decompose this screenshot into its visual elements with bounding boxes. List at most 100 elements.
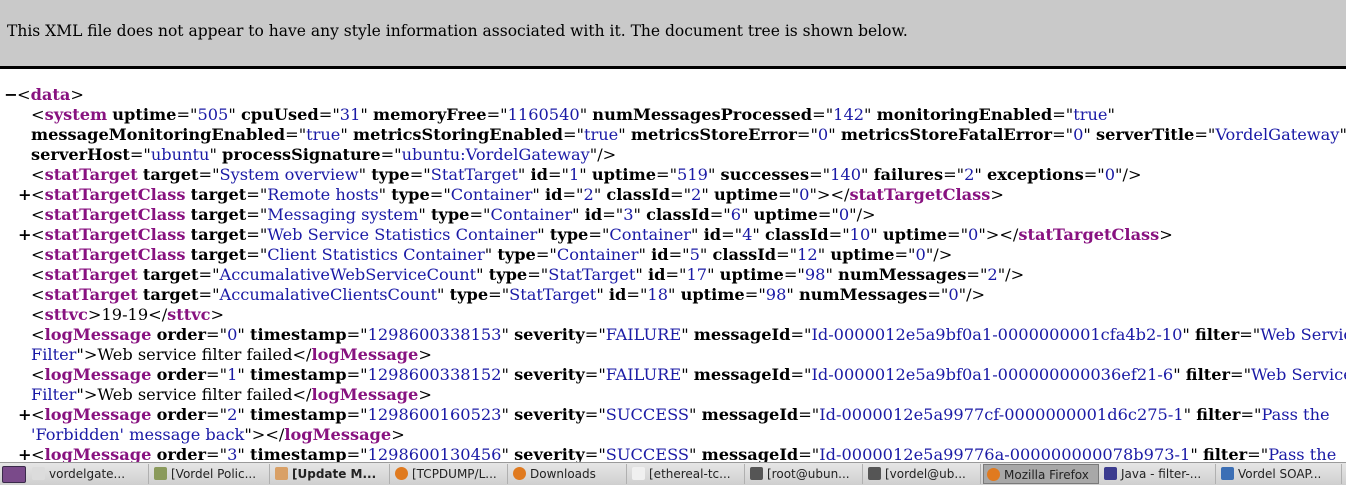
xml-attribute-value: Client Statistics Container [267,245,485,264]
xml-attribute-name: id [584,205,603,224]
xml-punctuation: =" [721,225,743,244]
xml-punctuation: "></ [978,225,1019,244]
taskbar-item[interactable]: [TCPDUMP/L... [392,464,508,484]
xml-punctuation: " [209,145,223,164]
xml-attribute-value: 18 [647,285,668,304]
xml-punctuation: =" [656,165,678,184]
xml-attribute-name: uptime [882,225,948,244]
xml-attribute-name: order [156,445,207,462]
collapse-toggle[interactable]: − [4,85,18,105]
xml-line: +<statTargetClass target="Web Service St… [18,225,1173,245]
expand-toggle[interactable]: + [18,445,32,462]
xml-punctuation: " [596,285,609,304]
taskbar: vordelgate... [Vordel Polic... [Update M..… [0,462,1346,485]
xml-attribute-value: 10 [849,225,871,244]
xml-punctuation: < [31,265,45,284]
xml-attribute-value: 505 [197,105,229,124]
taskbar-item[interactable]: [ethereal-tc... [629,464,745,484]
xml-punctuation: =" [562,185,584,204]
xml-punctuation: =" [812,105,834,124]
xml-punctuation: " [752,225,766,244]
xml-attribute-name: id [530,165,548,184]
xml-attribute-name: uptime [680,285,745,304]
xml-attribute-value: 0 [817,125,829,144]
xml-attribute-value: 31 [339,105,361,124]
xml-punctuation: > [418,385,432,404]
xml-punctuation: < [31,225,45,244]
xml-tag-name: logMessage [44,365,152,384]
xml-line: 'Forbidden' message back"></logMessage> [31,425,405,445]
xml-attribute-value: 2 [691,185,702,204]
xml-punctuation: < [31,245,45,264]
xml-punctuation: " [593,185,607,204]
xml-punctuation: =" [790,365,812,384]
taskbar-item-label: Downloads [530,467,596,481]
xml-punctuation: < [31,405,45,424]
xml-punctuation: " [701,185,714,204]
xml-tag-name: data [30,85,71,104]
xml-attribute-value: 1 [227,365,238,384]
xml-line: <logMessage order="0" timestamp="1298600… [31,325,1346,345]
policy-studio-icon [154,467,167,480]
xml-attribute-name: messageMonitoringEnabled [31,125,286,144]
xml-attribute-name: type [449,285,489,304]
xml-attribute-value: 0 [948,285,959,304]
xml-attribute-name: severity [514,445,585,462]
firefox-icon [987,468,1000,481]
xml-attribute-name: id [703,225,722,244]
xml-punctuation: =" [584,325,606,344]
xml-tag-name: statTargetClass [44,205,186,224]
xml-attribute-name: timestamp [249,445,347,462]
xml-attribute-value: true [306,125,341,144]
taskbar-item[interactable]: vordelgate... [29,464,149,484]
taskbar-item[interactable]: [vordel@ub... [865,464,981,484]
xml-punctuation: =" [776,245,798,264]
xml-attribute-value: SUCCESS [605,405,689,424]
xml-attribute-value: 5 [689,245,700,264]
xml-attribute-name: serverHost [31,145,130,164]
xml-attribute-name: type [488,265,528,284]
xml-punctuation: " [635,265,648,284]
xml-punctuation: =" [176,105,198,124]
xml-punctuation: " [707,265,720,284]
taskbar-item[interactable]: [Update M... [272,464,390,484]
xml-punctuation: =" [346,405,368,424]
taskbar-item[interactable]: Downloads [510,464,627,484]
taskbar-item[interactable]: [root@ubun... [747,464,863,484]
taskbar-item[interactable]: Java - filter-... [1101,464,1216,484]
xml-punctuation: " [825,265,839,284]
xml-attribute-value: Container [490,205,573,224]
expand-toggle[interactable]: + [18,225,32,245]
soap-icon [1221,467,1234,480]
expand-toggle[interactable]: + [18,185,32,205]
taskbar-item[interactable]: Vordel SOAP... [1218,464,1342,484]
xml-attribute-name: uptime [591,165,657,184]
taskbar-item[interactable]: Mozilla Firefox [983,464,1099,484]
xml-punctuation: =" [927,285,949,304]
xml-punctuation: " [1190,445,1203,462]
expand-toggle[interactable]: + [18,405,32,425]
xml-punctuation: =" [670,185,692,204]
terminal-icon [868,467,881,480]
xml-punctuation: "/> [849,205,876,224]
xml-attribute-value: 98 [804,265,826,284]
taskbar-item[interactable]: [Vordel Polic... [151,464,270,484]
xml-punctuation: " [501,405,515,424]
show-desktop-icon[interactable] [2,466,26,483]
xml-attribute-value: 98 [765,285,787,304]
xml-punctuation: " [681,365,694,384]
terminal-icon [750,467,763,480]
xml-attribute-value: 0 [1073,125,1084,144]
xml-line: <statTargetClass target="Messaging syste… [31,205,876,225]
xml-punctuation: =" [947,225,969,244]
xml-attribute-name: uptime [830,245,895,264]
xml-punctuation: =" [206,325,228,344]
xml-punctuation: =" [206,445,228,462]
xml-attribute-name: classId [765,225,829,244]
xml-punctuation: < [31,445,45,462]
xml-attribute-name: messageId [693,325,791,344]
xml-attribute-value: 0 [915,245,926,264]
xml-attribute-name: metricsStoreError [630,125,797,144]
xml-attribute-name: classId [712,245,777,264]
xml-attribute-name: messageId [693,365,791,384]
